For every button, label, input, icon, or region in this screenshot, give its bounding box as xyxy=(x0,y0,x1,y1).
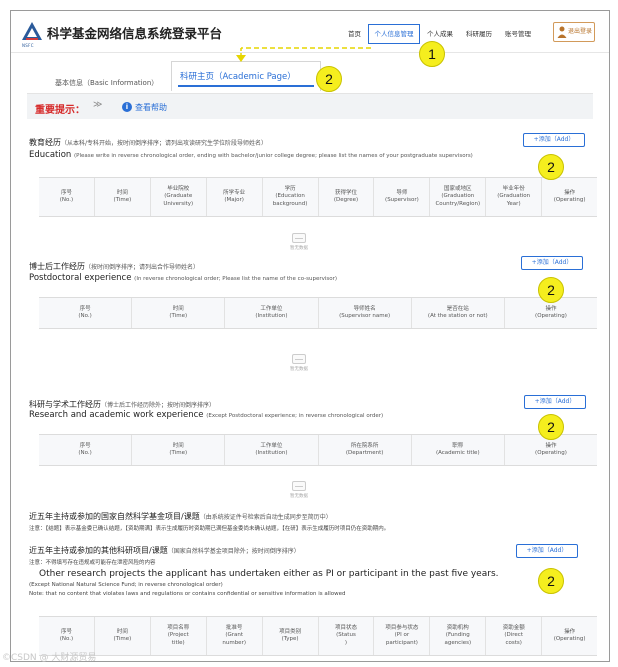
add-education-button[interactable]: +添加（Add） xyxy=(523,133,585,147)
nsfc-projects-title: 近五年主持或参加的国家自然科学基金项目/课题（由系统按证件号检索后自动生成同步至… xyxy=(29,512,332,521)
table-header-cell: 所在院系所 (Department) xyxy=(319,435,412,465)
table-header-cell: 获得学位 (Degree) xyxy=(319,178,375,216)
table-header-cell: 所学专业 (Major) xyxy=(207,178,263,216)
active-tab-indicator xyxy=(178,85,314,87)
nav-research-history[interactable]: 科研履历 xyxy=(466,28,492,38)
logout-button[interactable]: 退出登录 xyxy=(553,22,595,42)
logo-subtext: NSFC xyxy=(22,43,34,48)
step-badge: 2 xyxy=(538,154,564,180)
table-header-cell: 批准号 (Grant number) xyxy=(207,617,263,655)
empty-box-icon xyxy=(292,481,306,491)
table-header-cell: 工作单位 (Institution) xyxy=(225,435,319,465)
work-empty-state: 暂无数据 xyxy=(279,481,319,499)
table-header-cell: 工作单位 (Institution) xyxy=(225,298,319,328)
table-header-cell: 毕业年份 (Graduation Year) xyxy=(486,178,543,216)
work-title-en: Research and academic work experience (E… xyxy=(29,410,384,420)
education-table-header: 序号 (No.) 时间 (Time) 毕业院校 (Graduate Universi… xyxy=(39,177,597,217)
other-projects-title-en: Other research projects the applicant ha… xyxy=(39,569,499,579)
table-header-cell: 序号 (No.) xyxy=(39,298,133,328)
view-help-link[interactable]: 查看帮助 xyxy=(135,102,167,113)
tab-basic-info[interactable]: 基本信息（Basic Information） xyxy=(55,78,158,88)
tab-academic-page[interactable]: 科研主页（Academic Page） xyxy=(171,61,321,91)
tab-academic-label: 科研主页（Academic Page） xyxy=(180,72,296,82)
work-table-header: 序号 (No.) 时间 (Time) 工作单位 (Institution) 所在院系所… xyxy=(39,434,597,466)
postdoc-empty-state: 暂无数据 xyxy=(279,354,319,372)
table-header-cell: 项目类别 (Type) xyxy=(263,617,319,655)
nav-home[interactable]: 首页 xyxy=(348,28,361,38)
info-icon: i xyxy=(122,102,132,112)
nav-achievements[interactable]: 个人成果 xyxy=(427,28,453,38)
notice-title: 重要提示： xyxy=(35,105,85,116)
table-header-cell: 序号 (No.) xyxy=(39,435,133,465)
add-postdoc-button[interactable]: +添加（Add） xyxy=(521,256,583,270)
step-badge: 2 xyxy=(538,277,564,303)
other-projects-note-cn: 注意：不得填写存在违规或可能存在泄密风险的内容 xyxy=(29,560,156,566)
page-frame: NSFC 科学基金网络信息系统登录平台 首页 个人信息管理 个人成果 科研履历 … xyxy=(10,10,610,662)
table-header-cell: 导师 (Supervisor) xyxy=(374,178,431,216)
other-projects-note-en: Note: that no content that violates laws… xyxy=(29,591,346,597)
table-header-cell: 导师姓名 (Supervisor name) xyxy=(319,298,412,328)
postdoc-title: 博士后工作经历（按时间倒序排序；请列出合作导师姓名） xyxy=(29,262,200,271)
table-header-cell: 学历 (Education background) xyxy=(263,178,319,216)
table-header-cell: 项目状态 (Status ) xyxy=(319,617,375,655)
site-title: 科学基金网络信息系统登录平台 xyxy=(47,26,223,41)
table-header-cell: 操作 (Operating) xyxy=(553,189,586,203)
table-header-cell: 时间 (Time) xyxy=(132,435,226,465)
add-other-project-button[interactable]: +添加（Add） xyxy=(516,544,578,558)
table-header-cell: 时间 (Time) xyxy=(95,178,151,216)
table-header-cell: 项目参与状态 (PI or participant) xyxy=(374,617,431,655)
other-projects-table-header: 序号 (No.) 时间 (Time) 项目名称 (Project title) 批准号… xyxy=(39,616,597,656)
watermark: ©CSDN @ 大财源贸易 xyxy=(2,653,97,663)
empty-box-icon xyxy=(292,354,306,364)
step-badge: 2 xyxy=(538,568,564,594)
step-badge: 1 xyxy=(419,41,445,67)
nsfc-logo-icon xyxy=(22,22,42,40)
other-projects-hint-en: (Except National Natural Science Fund; i… xyxy=(29,582,223,588)
table-header-cell: 国家或地区 (Graduation Country/Region) xyxy=(430,178,487,216)
important-notice-bar: 重要提示： ≫ i 查看帮助 xyxy=(27,93,593,119)
table-header-cell: 毕业院校 (Graduate University) xyxy=(151,178,207,216)
table-header-cell: 是否在站 (At the station or not) xyxy=(412,298,505,328)
postdoc-title-en: Postdoctoral experience (In reverse chro… xyxy=(29,273,338,283)
postdoc-table-header: 序号 (No.) 时间 (Time) 工作单位 (Institution) 导师姓名 … xyxy=(39,297,597,329)
table-header-cell: 序号 (No.) xyxy=(39,178,95,216)
table-header-cell: 职称 (Academic title) xyxy=(412,435,505,465)
top-nav: NSFC 科学基金网络信息系统登录平台 首页 个人信息管理 个人成果 科研履历 … xyxy=(11,11,609,53)
nav-personal-info[interactable]: 个人信息管理 xyxy=(368,24,420,44)
work-title: 科研与学术工作经历（博士后工作经历除外；按时间倒序排序） xyxy=(29,400,216,409)
step-badge: 2 xyxy=(538,414,564,440)
add-work-button[interactable]: +添加（Add） xyxy=(524,395,586,409)
logout-label: 退出登录 xyxy=(568,28,593,35)
step-badge: 2 xyxy=(316,66,342,92)
expand-chevron-icon[interactable]: ≫ xyxy=(93,100,102,110)
other-projects-title: 近五年主持或参加的其他科研项目/课题（国家自然科学基金项目除外；按时间倒序排序） xyxy=(29,546,300,555)
education-title-en: Education (Please write in reverse chron… xyxy=(29,150,473,160)
person-icon xyxy=(557,26,567,38)
table-header-cell: 时间 (Time) xyxy=(95,617,151,655)
empty-box-icon xyxy=(292,233,306,243)
nsfc-projects-note: 注意：【结题】表示基金委已确认结题，【资助期满】表示生成履历时资助期已满但基金委… xyxy=(29,526,390,532)
nav-account[interactable]: 账号管理 xyxy=(505,28,531,38)
table-header-cell: 资助机构 (Funding agencies) xyxy=(430,617,487,655)
table-header-cell: 资助金额 (Direct costs) xyxy=(486,617,543,655)
education-empty-state: 暂无数据 xyxy=(279,233,319,251)
table-header-cell: 操作 (Operating) xyxy=(553,628,586,642)
table-header-cell: 时间 (Time) xyxy=(132,298,226,328)
table-header-cell: 项目名称 (Project title) xyxy=(151,617,207,655)
education-title: 教育经历（从本科/专科开始，按时间倒序排序；请列出攻读研究生学位阶段导师姓名） xyxy=(29,138,268,147)
